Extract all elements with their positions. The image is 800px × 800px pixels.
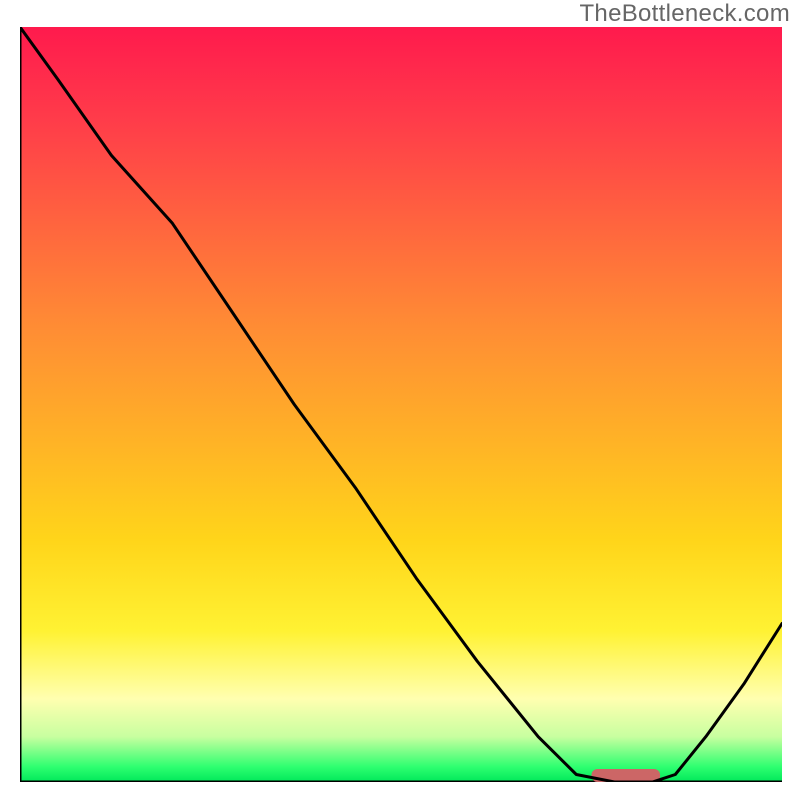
chart-svg bbox=[20, 27, 782, 782]
plot-area bbox=[20, 27, 782, 782]
watermark-text: TheBottleneck.com bbox=[579, 0, 790, 28]
bottleneck-curve bbox=[20, 27, 782, 782]
axis-lines bbox=[20, 27, 782, 782]
chart-container: TheBottleneck.com bbox=[0, 0, 800, 800]
